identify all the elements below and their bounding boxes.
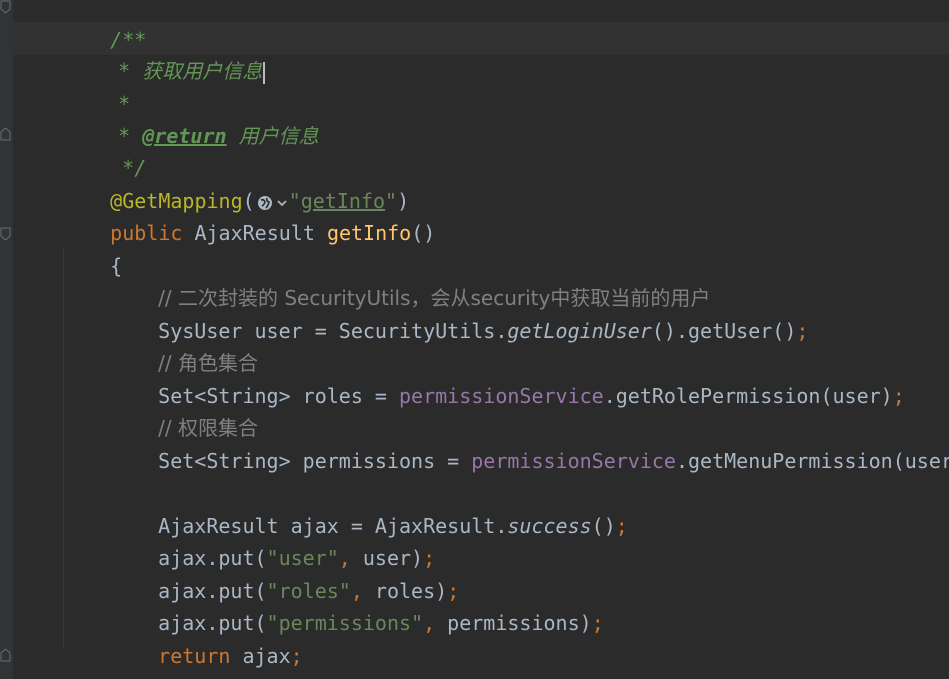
return-type: AjaxResult: [194, 221, 315, 245]
code-line[interactable]: SysUser user = SecurityUtils.getLoginUse…: [110, 282, 808, 343]
doc-return-description: 用户信息: [238, 124, 319, 148]
code-line[interactable]: ajax.put("user", user);: [110, 509, 435, 570]
code-line[interactable]: AjaxResult ajax = AjaxResult.success();: [110, 477, 628, 538]
field-reference: permissionService: [399, 384, 604, 408]
semicolon: ;: [290, 644, 303, 668]
code-text: permissions): [435, 611, 592, 635]
code-line[interactable]: @GetMapping("getInfo"): [62, 152, 409, 213]
code-text: .getRolePermission(user): [603, 384, 893, 408]
code-line[interactable]: * 获取用户信息: [70, 22, 266, 84]
semicolon: ;: [796, 319, 809, 343]
doc-comment-description: 获取用户信息: [142, 59, 263, 83]
semicolon: ;: [615, 514, 628, 538]
text-cursor: [263, 61, 266, 84]
code-text: Set<String> permissions =: [158, 449, 472, 473]
code-line[interactable]: // 二次封装的 SecurityUtils，会从security中获取当前的用…: [110, 249, 710, 310]
fold-marker-icon[interactable]: [0, 227, 11, 241]
code-line[interactable]: // 角色集合: [110, 314, 258, 375]
fold-marker-icon[interactable]: [0, 0, 11, 14]
code-text: ajax: [230, 644, 291, 668]
static-method-call: success: [507, 514, 592, 538]
field-reference: permissionService: [471, 449, 676, 473]
code-line[interactable]: /**: [62, 0, 146, 52]
code-line[interactable]: Set<String> permissions = permissionServ…: [110, 412, 949, 473]
fold-marker-icon[interactable]: [0, 648, 11, 662]
code-line[interactable]: */: [74, 119, 146, 180]
doc-return-tag: @return: [142, 124, 227, 148]
code-line[interactable]: ajax.put("permissions", permissions);: [110, 574, 604, 635]
code-line[interactable]: }: [62, 639, 122, 679]
code-line[interactable]: public AjaxResult getInfo(): [62, 184, 435, 245]
code-text: .getMenuPermission(user): [675, 449, 949, 473]
comma: ,: [423, 611, 436, 635]
method-name: getInfo: [326, 221, 412, 245]
keyword-return: return: [158, 644, 231, 668]
editor-gutter[interactable]: [0, 0, 13, 679]
code-line[interactable]: {: [62, 217, 122, 278]
semicolon: ;: [892, 384, 905, 408]
code-line[interactable]: ajax.put("roles", roles);: [110, 542, 459, 603]
code-line[interactable]: Set<String> roles = permissionService.ge…: [110, 347, 905, 408]
code-text: (): [591, 514, 616, 538]
code-line[interactable]: *: [70, 55, 130, 116]
code-text: ().getUser(): [651, 319, 797, 343]
static-method-call: getLoginUser: [507, 319, 652, 343]
code-editor[interactable]: /** * 获取用户信息 * * @return 用户信息 */ @GetMap…: [0, 0, 949, 679]
method-parens: (): [411, 221, 436, 245]
code-line[interactable]: // 权限集合: [110, 379, 258, 440]
code-line[interactable]: return ajax;: [110, 607, 303, 668]
code-line[interactable]: * @return 用户信息: [70, 87, 318, 148]
fold-marker-icon[interactable]: [0, 127, 11, 141]
semicolon: ;: [591, 611, 604, 635]
